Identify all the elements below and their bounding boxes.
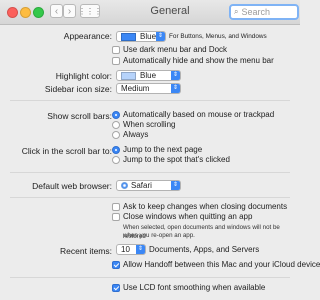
zoom-window-button[interactable] xyxy=(33,7,44,18)
recent-items-value: 10 xyxy=(121,245,130,254)
appearance-label: Appearance: xyxy=(63,31,112,41)
default-browser-value: Safari xyxy=(131,181,152,190)
lcd-font-smoothing-checkbox[interactable] xyxy=(112,284,120,292)
auto-hide-menu-checkbox[interactable] xyxy=(112,57,120,65)
highlight-popup[interactable]: Blue ⇕ xyxy=(116,70,181,81)
show-scroll-bars-label: Show scroll bars: xyxy=(47,111,112,121)
default-browser-popup[interactable]: Safari ⇕ xyxy=(116,180,181,191)
click-spot-label: Jump to the spot that's clicked xyxy=(123,155,230,164)
title-bar: ‹ › ⋮⋮⋮ General ⌕ xyxy=(0,0,300,25)
default-browser-label: Default web browser: xyxy=(32,181,112,191)
handoff-label: Allow Handoff between this Mac and your … xyxy=(123,260,320,269)
handoff-checkbox[interactable] xyxy=(112,261,120,269)
chevron-updown-icon: ⇕ xyxy=(171,71,180,80)
grid-icon: ⋮⋮⋮ xyxy=(78,6,102,16)
ask-keep-changes-label: Ask to keep changes when closing documen… xyxy=(123,202,288,211)
dark-menu-checkbox[interactable] xyxy=(112,46,120,54)
chevron-updown-icon: ⇕ xyxy=(136,245,145,254)
divider xyxy=(10,100,290,101)
scroll-bars-always-radio[interactable] xyxy=(112,131,120,139)
close-windows-note-line2: when you re-open an app. xyxy=(123,232,195,239)
dark-menu-label: Use dark menu bar and Dock xyxy=(123,45,228,54)
sidebar-icon-size-value: Medium xyxy=(121,84,150,93)
appearance-value: Blue xyxy=(140,32,157,41)
appearance-hint: For Buttons, Menus, and Windows xyxy=(169,33,267,40)
scroll-bars-automatic-radio[interactable] xyxy=(112,111,120,119)
recent-items-label: Recent items: xyxy=(60,246,112,256)
click-next-page-label: Jump to the next page xyxy=(123,145,203,154)
minimize-window-button[interactable] xyxy=(20,7,31,18)
sidebar-icon-size-label: Sidebar icon size: xyxy=(44,84,112,94)
chevron-updown-icon: ⇕ xyxy=(171,181,180,190)
show-all-button[interactable]: ⋮⋮⋮ xyxy=(78,4,102,18)
close-window-button[interactable] xyxy=(7,7,18,18)
ask-keep-changes-checkbox[interactable] xyxy=(112,203,120,211)
highlight-value: Blue xyxy=(140,71,157,80)
click-scroll-bar-label: Click in the scroll bar to: xyxy=(21,146,112,156)
close-windows-label: Close windows when quitting an app xyxy=(123,212,253,221)
appearance-swatch xyxy=(121,32,136,41)
lcd-font-smoothing-label: Use LCD font smoothing when available xyxy=(123,283,266,292)
close-windows-checkbox[interactable] xyxy=(112,213,120,221)
highlight-label: Highlight color: xyxy=(55,71,112,81)
search-input[interactable] xyxy=(238,6,294,18)
click-next-page-radio[interactable] xyxy=(112,146,120,154)
back-button[interactable]: ‹ xyxy=(50,4,63,18)
sidebar-icon-size-popup[interactable]: Medium ⇕ xyxy=(116,83,181,94)
divider xyxy=(10,197,290,198)
highlight-swatch xyxy=(121,71,136,80)
window-title: General xyxy=(150,5,190,17)
auto-hide-menu-label: Automatically hide and show the menu bar xyxy=(123,56,274,65)
search-field[interactable]: ⌕ xyxy=(229,4,299,20)
appearance-popup[interactable]: Blue ⇕ xyxy=(116,31,166,42)
divider xyxy=(10,277,290,278)
scroll-bars-always-label: Always xyxy=(123,130,149,139)
scroll-bars-when-scrolling-radio[interactable] xyxy=(112,121,120,129)
divider xyxy=(10,172,290,173)
scroll-bars-automatic-label: Automatically based on mouse or trackpad xyxy=(123,110,275,119)
recent-items-popup[interactable]: 10 ⇕ xyxy=(116,244,146,255)
click-spot-radio[interactable] xyxy=(112,156,120,164)
safari-icon xyxy=(121,182,128,189)
scroll-bars-when-scrolling-label: When scrolling xyxy=(123,120,176,129)
forward-button[interactable]: › xyxy=(63,4,76,18)
chevron-right-icon: › xyxy=(67,5,72,17)
chevron-left-icon: ‹ xyxy=(54,5,59,17)
recent-items-suffix: Documents, Apps, and Servers xyxy=(149,245,260,254)
chevron-updown-icon: ⇕ xyxy=(156,32,165,41)
chevron-updown-icon: ⇕ xyxy=(171,84,180,93)
